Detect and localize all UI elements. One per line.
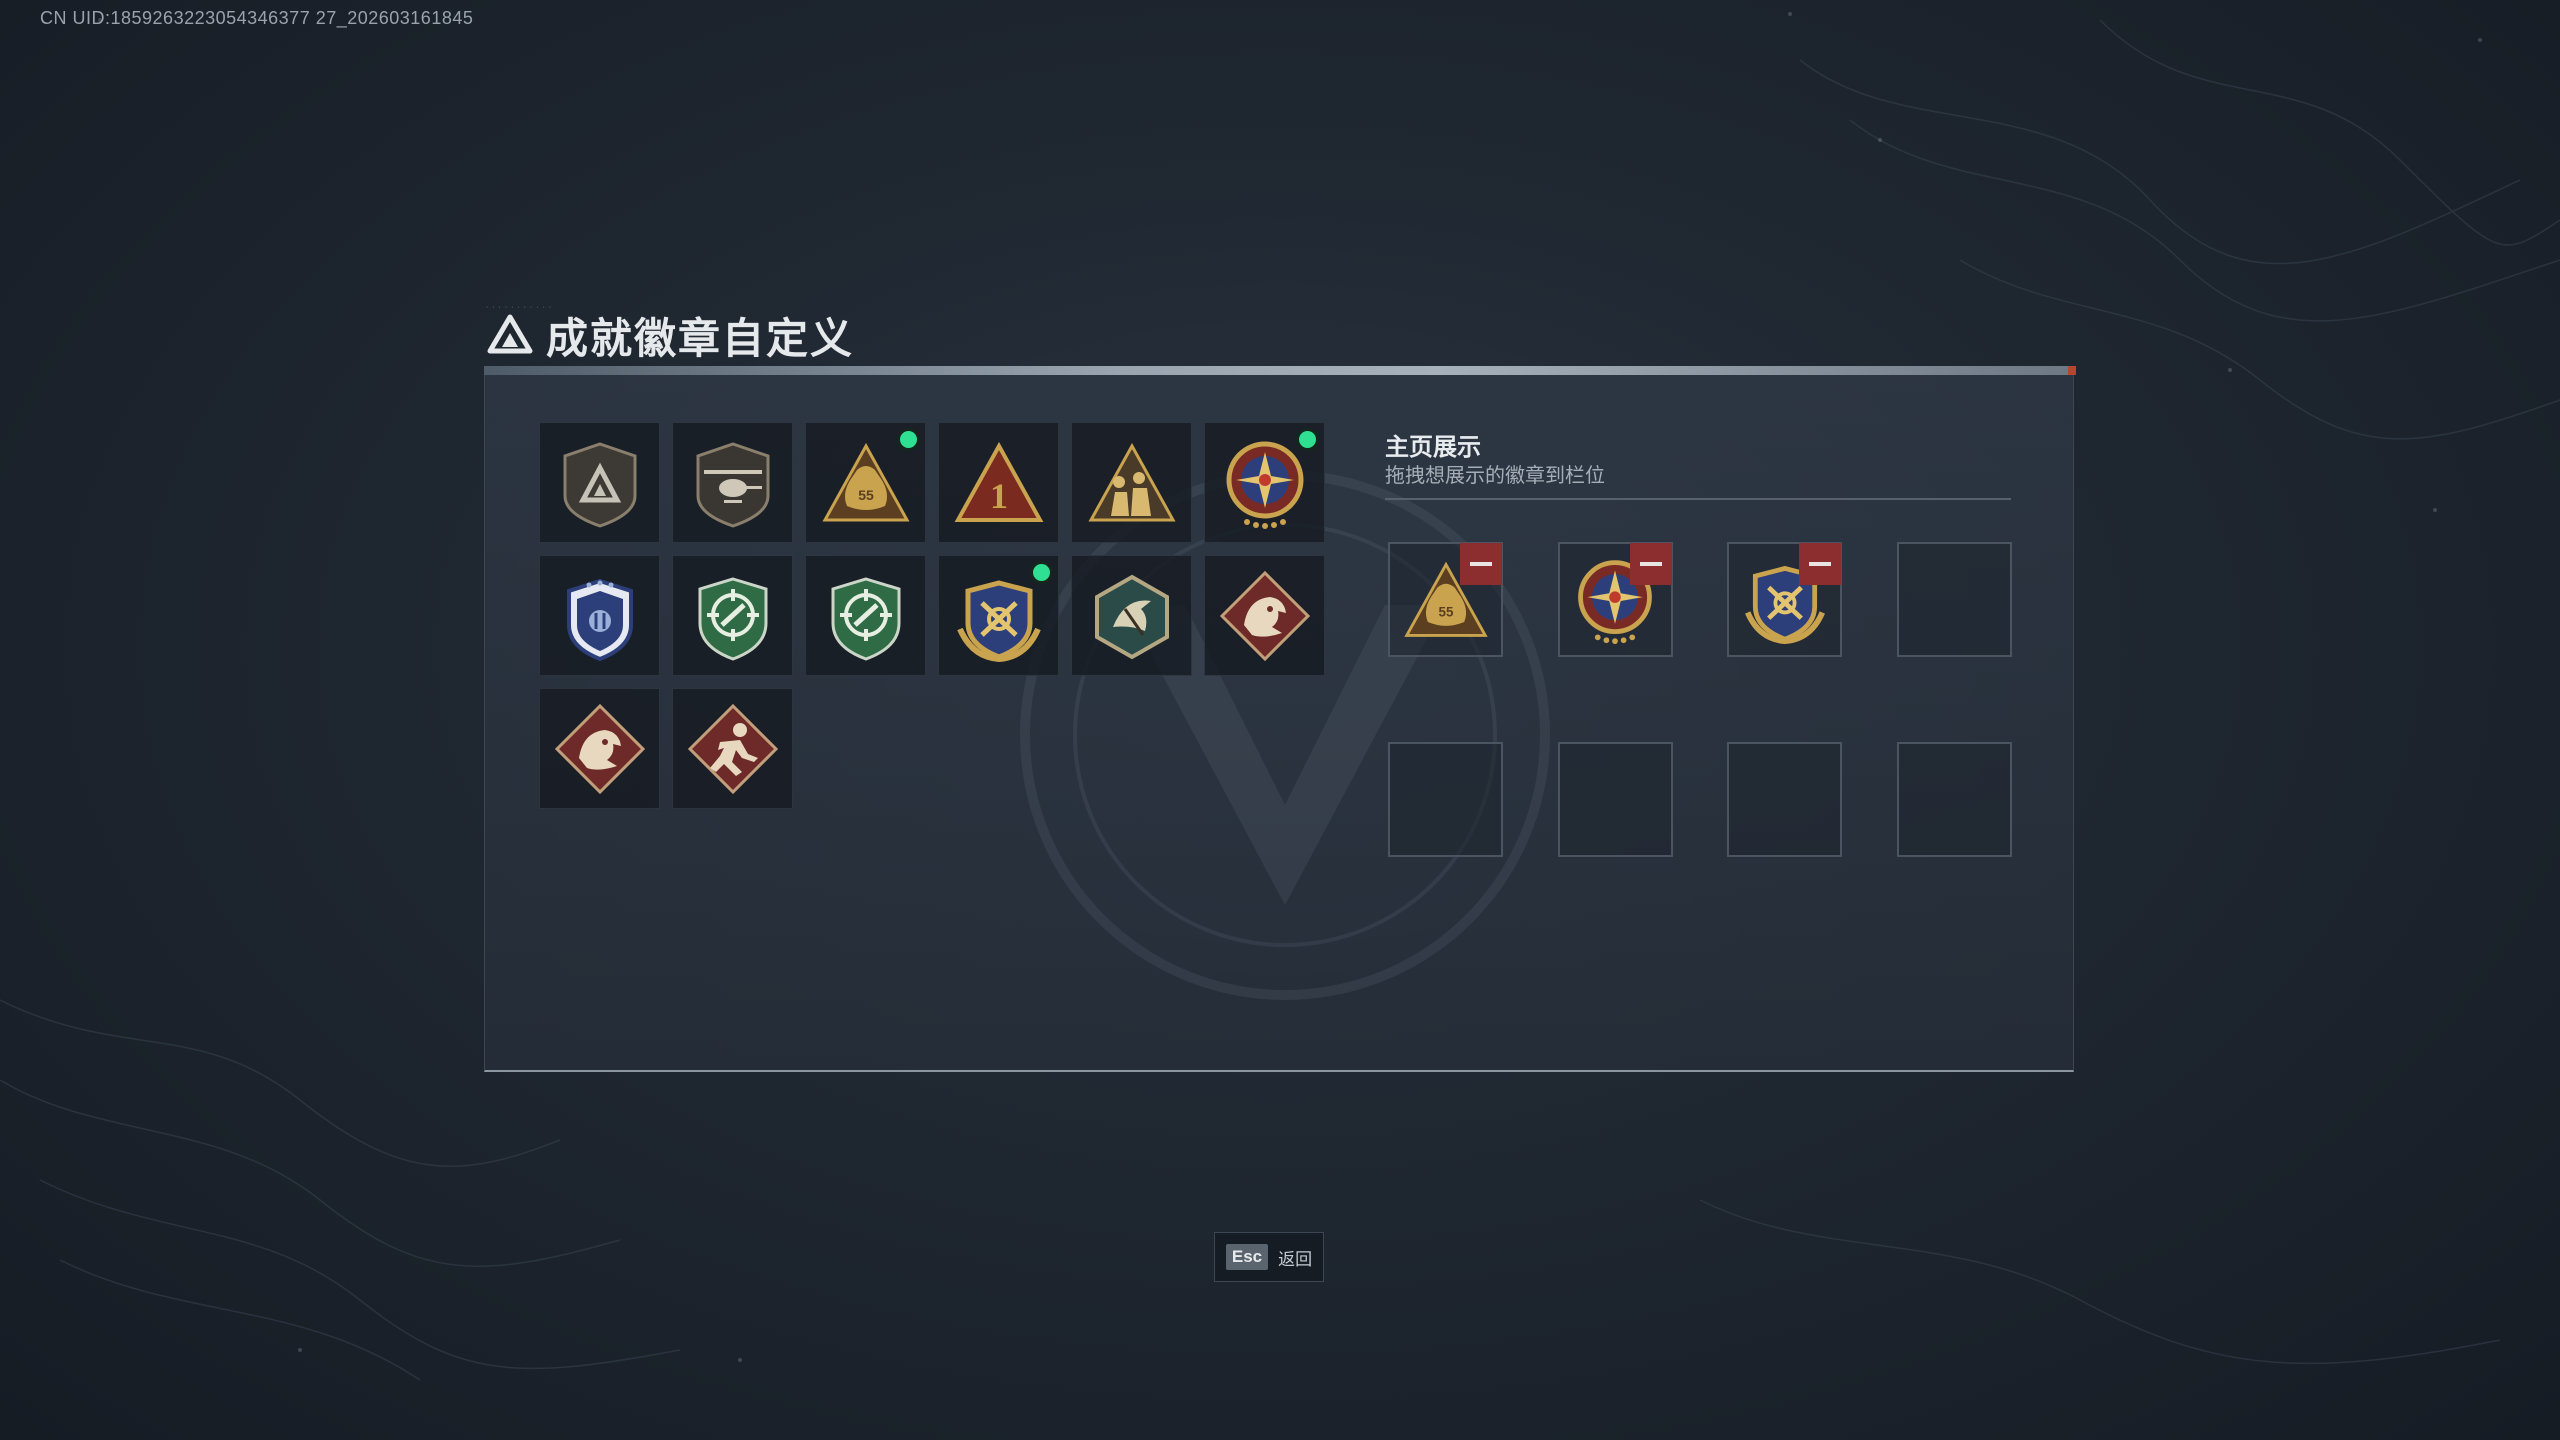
minus-icon [1639,562,1662,566]
showcase-divider [1385,498,2011,500]
back-button[interactable]: Esc 返回 [1214,1232,1324,1282]
showcase-slot-filled[interactable]: 55 [1388,542,1503,657]
new-indicator-dot [1033,564,1050,581]
svg-text:1: 1 [990,476,1008,516]
new-indicator-dot [1299,431,1316,448]
badge-eagle-anchor[interactable] [938,555,1059,676]
uid-label: CN UID:1859263223054346377 27_2026031618… [40,8,474,28]
badge-customization-panel: 55 1 主页展示 拖拽想展示的徽章到栏位 55 [484,375,2074,1072]
showcase-title: 主页展示 [1385,434,1481,461]
dragon-diamond-icon [1219,570,1310,661]
remove-badge-button[interactable] [1799,543,1841,585]
badge-55-bag[interactable]: 55 [805,422,926,543]
badge-police-shield[interactable] [539,555,660,676]
badge-soldiers[interactable] [1071,422,1192,543]
page-title: 成就徽章自定义 [546,314,855,362]
hexagon-bird-icon [1094,574,1169,659]
crosshair-green-shield-icon [831,576,900,661]
showcase-slot-empty[interactable] [1388,742,1503,857]
money-bag-55-icon: 55 [821,442,910,521]
number-one-triangle-icon: 1 [954,441,1043,522]
soldiers-triangle-icon [1087,442,1176,521]
police-shield-icon [566,578,633,661]
remove-badge-button[interactable] [1460,543,1502,585]
runner-diamond-icon [687,703,778,794]
showcase-slot-filled[interactable] [1557,542,1673,657]
star-compass-medal-icon [1226,441,1303,529]
showcase-slot-empty[interactable] [1727,742,1842,857]
new-indicator-dot [900,431,917,448]
dialog-header: 成就徽章自定义 [486,305,854,365]
badge-helicopter-shield[interactable] [672,422,793,543]
remove-badge-button[interactable] [1629,543,1672,585]
badge-runner[interactable] [672,688,793,809]
badge-crosshair-green-1[interactable] [672,555,793,676]
helicopter-shield-icon [696,441,769,528]
back-label: 返回 [1278,1249,1313,1269]
crosshair-green-shield-icon [698,576,767,661]
badge-dragon-1[interactable] [1204,555,1325,676]
minus-icon [1470,562,1492,566]
badge-number-1[interactable]: 1 [938,422,1059,543]
badge-dragon-2[interactable] [539,688,660,809]
triangle-shield-icon [563,441,636,528]
dragon-diamond-icon [554,703,645,794]
eagle-anchor-crest-icon [956,579,1041,662]
esc-key-hint: Esc [1225,1244,1269,1270]
badge-star-compass[interactable] [1204,422,1325,543]
showcase-slot-filled[interactable] [1727,542,1842,657]
showcase-subtitle: 拖拽想展示的徽章到栏位 [1385,465,1605,487]
showcase-slot-empty[interactable] [1557,742,1673,857]
badge-crosshair-green-2[interactable] [805,555,926,676]
badge-triangle-shield[interactable] [539,422,660,543]
svg-text:55: 55 [1438,604,1453,619]
triangle-logo-icon [487,314,533,354]
showcase-slot-empty[interactable] [1896,742,2012,857]
svg-text:55: 55 [858,487,874,503]
showcase-slot-empty[interactable] [1896,542,2012,657]
minus-icon [1809,562,1831,566]
dialog-top-bar [484,366,2076,375]
badge-hexagon-bird[interactable] [1071,555,1192,676]
